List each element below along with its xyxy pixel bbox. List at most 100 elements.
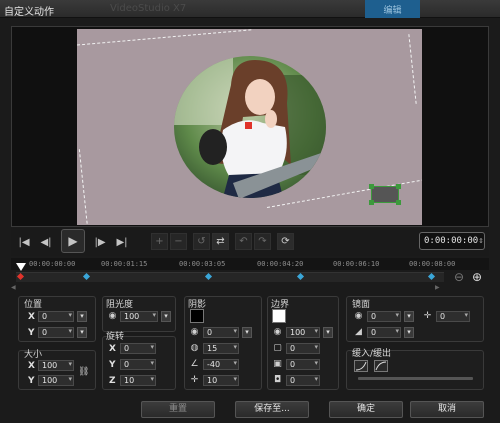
timecode-field[interactable]: 0:00:00:00 ⇕ [419, 232, 485, 250]
resize-handle-box[interactable] [369, 184, 401, 205]
axis-y-label: Y [28, 328, 35, 338]
zoom-out-icon[interactable]: ⊖ [454, 270, 464, 284]
ease-slider[interactable] [358, 377, 473, 380]
ok-button[interactable]: 确定 [329, 401, 403, 418]
step-back-icon[interactable]: ◀| [37, 233, 55, 251]
background-tab-label: 编辑 [383, 6, 402, 16]
background-tab: 编辑 [365, 0, 420, 18]
background-app-title: VideoStudio X7 [110, 3, 187, 14]
border-color-swatch[interactable] [272, 309, 286, 323]
mirror-opacity-icon: ◉ [354, 311, 363, 321]
position-label: 位置 [24, 300, 43, 310]
remove-keyframe-icon[interactable]: − [170, 233, 187, 250]
axis-y-label: Y [109, 360, 116, 370]
shadow-opacity-input[interactable]: 0 [203, 327, 239, 338]
timecode-value: 0:00:00:00 [424, 236, 479, 246]
keyframe-timeline[interactable]: 00:00:00:00 00:00:01:15 00:00:03:05 00:0… [11, 258, 489, 291]
loop-keyframe-icon[interactable]: ⟳ [277, 233, 294, 250]
reset-button[interactable]: 重置 [141, 401, 215, 418]
position-x-input[interactable]: 0 [38, 311, 74, 322]
go-to-start-icon[interactable]: |◀ [15, 233, 33, 251]
title-bar: 自定义动作 VideoStudio X7 编辑 [0, 0, 500, 18]
border-blur-icon: ▣ [273, 359, 282, 369]
preview-canvas[interactable] [77, 29, 422, 225]
mirror-offset-input[interactable]: 0 [436, 311, 470, 322]
next-keyframe-icon[interactable]: ↷ [254, 233, 271, 250]
border-v2-input[interactable]: 0 [286, 359, 320, 370]
scroll-right-icon[interactable]: ▶ [435, 284, 441, 291]
rotation-y-input[interactable]: 0 [120, 359, 156, 370]
border-width-input[interactable]: 0 [286, 343, 320, 354]
shadow-color-swatch[interactable] [190, 309, 204, 323]
border-opacity-input[interactable]: 100 [286, 327, 320, 338]
ease-label: 缓入/缓出 [352, 349, 392, 359]
rotation-z-input[interactable]: 10 [120, 375, 156, 386]
axis-x-label: X [109, 344, 116, 354]
bounding-box-edge [408, 34, 417, 104]
opacity-input[interactable]: 100 [120, 311, 158, 322]
mirror-fade-icon: ◢ [355, 327, 362, 337]
ruler-label: 00:00:01:15 [101, 260, 148, 268]
cancel-button[interactable]: 取消 [410, 401, 484, 418]
shadow-blur-icon: ◍ [190, 343, 199, 353]
zoom-in-icon[interactable]: ⊕ [472, 270, 482, 284]
link-chain-icon[interactable]: ⛓ [78, 367, 89, 378]
position-x-menu[interactable]: ▾ [77, 311, 87, 322]
shadow-distance-input[interactable]: 10 [203, 375, 239, 386]
position-y-menu[interactable]: ▾ [77, 327, 87, 338]
mirror-offset-icon: ✛ [423, 311, 432, 321]
ruler-label: 00:00:00:00 [29, 260, 76, 268]
save-to-button[interactable]: 保存至... [235, 401, 309, 418]
border-corner-icon: ◘ [273, 375, 282, 385]
mirror-label: 镜面 [352, 300, 371, 310]
ruler-label: 00:00:06:10 [333, 260, 380, 268]
circular-photo[interactable] [173, 55, 327, 199]
border-v3-input[interactable]: 0 [286, 375, 320, 386]
opacity-menu[interactable]: ▾ [161, 311, 171, 322]
keyframe-track[interactable] [16, 272, 444, 282]
axis-x-label: X [28, 361, 35, 371]
ease-in-icon[interactable] [354, 360, 368, 372]
ruler-label: 00:00:04:20 [257, 260, 304, 268]
step-forward-icon[interactable]: |▶ [91, 233, 109, 251]
bounding-box-edge [77, 29, 252, 46]
go-to-end-icon[interactable]: ▶| [113, 233, 131, 251]
ruler-label: 00:00:03:05 [179, 260, 226, 268]
bounding-box-edge [78, 149, 89, 225]
center-handle[interactable] [245, 122, 252, 129]
size-label: 大小 [24, 350, 43, 360]
shadow-opacity-icon: ◉ [190, 327, 199, 337]
mirror-fade-input[interactable]: 0 [367, 327, 401, 338]
ruler-label: 00:00:08:00 [409, 260, 456, 268]
axis-y-label: Y [28, 376, 35, 386]
opacity-icon: ◉ [108, 311, 117, 321]
mirror-opacity-menu[interactable]: ▾ [404, 311, 414, 322]
size-y-input[interactable]: 100 [38, 375, 74, 386]
play-icon[interactable]: ▶ [61, 229, 85, 253]
shadow-opacity-menu[interactable]: ▾ [242, 327, 252, 338]
shadow-angle-input[interactable]: -40 [203, 359, 239, 370]
scroll-left-icon[interactable]: ◀ [11, 284, 17, 291]
mirror-opacity-input[interactable]: 0 [367, 311, 401, 322]
transport-bar: |◀ ◀| ▶ |▶ ▶| + − ↺ ⇄ ↶ ↷ ⟳ 0:00:00:00 ⇕ [11, 228, 489, 256]
swap-keyframes-icon[interactable]: ⇄ [212, 233, 229, 250]
spinner-icon[interactable]: ⇕ [478, 236, 483, 246]
axis-x-label: X [28, 312, 35, 322]
border-opacity-icon: ◉ [273, 327, 282, 337]
rotation-label: 旋转 [106, 332, 125, 342]
shadow-angle-icon: ∠ [190, 359, 199, 369]
ease-out-icon[interactable] [374, 360, 388, 372]
mirror-fade-menu[interactable]: ▾ [404, 327, 414, 338]
size-x-input[interactable]: 100 [38, 360, 74, 371]
prev-keyframe-icon[interactable]: ↶ [235, 233, 252, 250]
shadow-distance-icon: ✛ [190, 375, 199, 385]
opacity-label: 阻光度 [106, 300, 134, 310]
border-width-icon: ▢ [273, 343, 282, 353]
window-title: 自定义动作 [4, 7, 54, 18]
position-y-input[interactable]: 0 [38, 327, 74, 338]
reverse-icon[interactable]: ↺ [193, 233, 210, 250]
add-keyframe-icon[interactable]: + [151, 233, 168, 250]
shadow-blur-input[interactable]: 15 [203, 343, 239, 354]
border-opacity-menu[interactable]: ▾ [323, 327, 333, 338]
rotation-x-input[interactable]: 0 [120, 343, 156, 354]
